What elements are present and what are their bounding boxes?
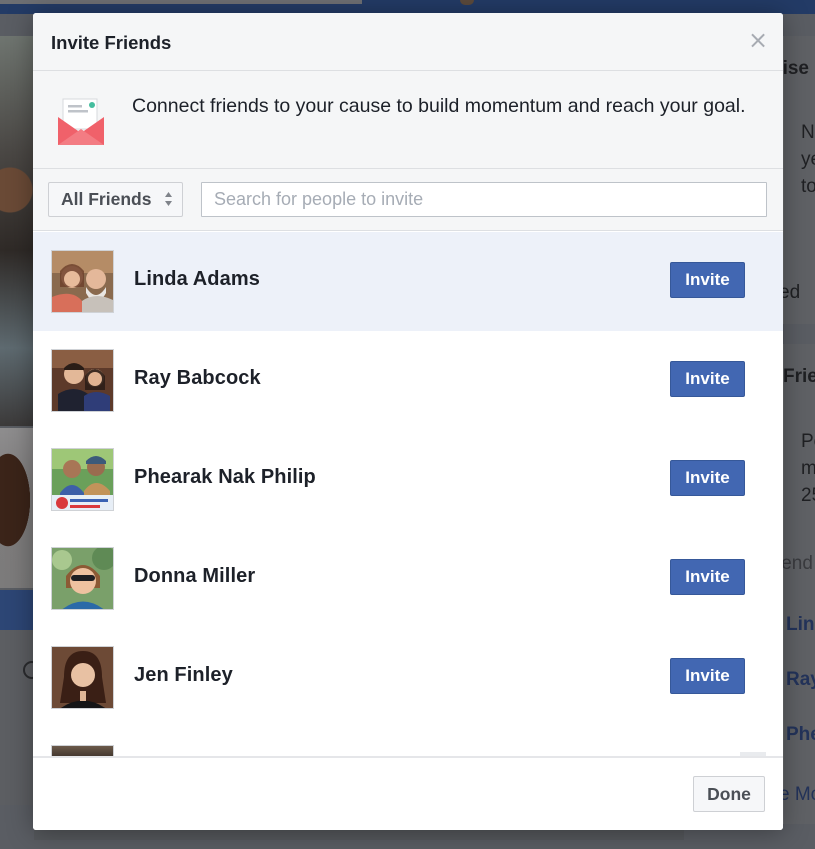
background-blue-bar	[0, 590, 34, 630]
close-icon[interactable]: ×	[748, 28, 768, 52]
avatar	[51, 547, 114, 610]
background-text: N	[801, 122, 815, 143]
friend-name[interactable]: Linda Adams	[134, 268, 260, 291]
background-photo-face-2	[0, 452, 34, 548]
friend-name[interactable]: Phearak Nak Philip	[134, 466, 316, 489]
background-text: Pe	[801, 431, 815, 452]
friend-name[interactable]: Jen Finley	[134, 664, 233, 687]
friends-filter-label: All Friends	[61, 189, 152, 209]
friend-row: Donna Miller Invite	[33, 529, 783, 628]
avatar	[51, 646, 114, 709]
friend-row: Ray Babcock Invite	[33, 331, 783, 430]
friend-name[interactable]: Donna Miller	[134, 565, 255, 588]
invite-toolbar: All Friends	[33, 169, 783, 231]
envelope-icon	[58, 98, 104, 145]
background-right-column: aise N ye to ed Frie Pe m 25 iend Lin Ra…	[772, 36, 815, 849]
dialog-title: Invite Friends	[51, 32, 172, 53]
invite-friends-dialog: Invite Friends × Connect friends to your…	[33, 13, 783, 830]
friend-name[interactable]: Ray Babcock	[134, 367, 261, 390]
friend-row: Linda Adams Invite	[33, 232, 783, 331]
avatar	[51, 349, 114, 412]
background-text: to	[801, 176, 815, 197]
background-link: Phe	[786, 724, 815, 745]
background-text: e Mo	[779, 784, 815, 805]
background-top-bar	[0, 0, 815, 14]
intro-text: Connect friends to your cause to build m…	[132, 95, 746, 117]
invite-search-input[interactable]	[201, 182, 767, 217]
friends-filter-dropdown[interactable]: All Friends	[48, 182, 183, 217]
background-text: ye	[801, 149, 815, 170]
avatar	[51, 250, 114, 313]
invite-button[interactable]: Invite	[670, 361, 745, 397]
background-photo-face	[0, 140, 34, 250]
background-text: m	[801, 458, 815, 479]
background-bottom	[34, 830, 783, 849]
friend-row: Phearak Nak Philip Invite	[33, 430, 783, 529]
dialog-header: Invite Friends ×	[33, 13, 783, 71]
invite-button[interactable]: Invite	[670, 559, 745, 595]
sort-arrows-icon	[165, 192, 172, 206]
friend-row: Jen Finley Invite	[33, 628, 783, 727]
friends-list: Linda Adams Invite Ray Babcock Invite Ph…	[33, 232, 783, 756]
background-left-strip	[0, 630, 34, 805]
dialog-footer: Done	[33, 756, 783, 830]
background-text: Frie	[783, 366, 815, 387]
invite-button[interactable]: Invite	[670, 460, 745, 496]
background-profile-avatar	[460, 0, 474, 5]
intro-banner: Connect friends to your cause to build m…	[33, 71, 783, 169]
background-link: Ray	[786, 669, 815, 690]
done-button[interactable]: Done	[693, 776, 765, 812]
background-text: 25	[801, 485, 815, 506]
background-card	[783, 220, 815, 324]
background-search-bar	[0, 0, 362, 4]
avatar	[51, 745, 114, 756]
avatar	[51, 448, 114, 511]
background-link: Lin	[786, 614, 815, 635]
invite-button[interactable]: Invite	[670, 658, 745, 694]
invite-button[interactable]: Invite	[670, 262, 745, 298]
